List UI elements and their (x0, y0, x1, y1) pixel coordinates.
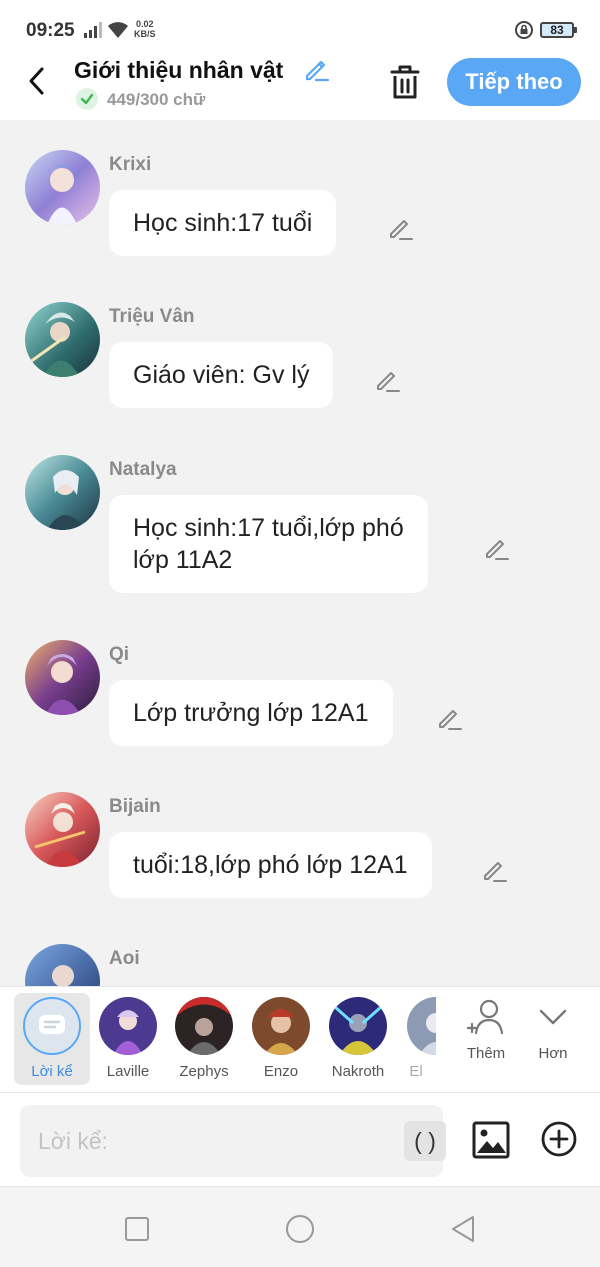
character-name: Triệu Vân (109, 306, 195, 327)
add-character-button[interactable]: Thêm (456, 997, 516, 1083)
character-enzo[interactable]: Enzo (243, 987, 319, 1087)
narration-input[interactable] (38, 1105, 378, 1177)
avatar (99, 997, 157, 1055)
parenthesis-button[interactable]: ( ) (404, 1121, 446, 1161)
character-label: Laville (106, 1063, 150, 1080)
character-name: Krixi (109, 154, 152, 175)
avatar (25, 455, 100, 530)
edit-icon[interactable] (387, 215, 413, 241)
dialogue-bubble[interactable]: tuổi:18,lớp phó lớp 12A1 (109, 832, 432, 898)
avatar (25, 792, 100, 867)
check-icon (76, 88, 98, 110)
edit-icon[interactable] (436, 705, 462, 731)
avatar (252, 997, 310, 1055)
dialogue-bubble[interactable]: Học sinh:17 tuổi (109, 190, 337, 256)
add-icon[interactable] (541, 1121, 577, 1157)
character-label: Nakroth (331, 1063, 385, 1080)
narrator-avatar (23, 997, 81, 1055)
character-zephys[interactable]: Zephys (166, 987, 242, 1087)
dialogue-bubble[interactable]: Học sinh:17 tuổi,lớp phó lớp 11A2 (109, 495, 428, 593)
edit-icon[interactable] (374, 367, 400, 393)
character-el[interactable]: El (396, 987, 436, 1087)
narrator-button[interactable]: Lời kể (14, 993, 90, 1085)
character-label: Enzo (263, 1063, 299, 1080)
avatar (329, 997, 387, 1055)
input-bar: ( ) (0, 1092, 600, 1186)
next-button[interactable]: Tiếp theo (447, 58, 581, 106)
edit-icon[interactable] (483, 535, 509, 561)
character-laville[interactable]: Laville (90, 987, 166, 1087)
character-label: Zephys (179, 1063, 229, 1080)
back-nav-icon[interactable] (447, 1213, 479, 1245)
character-bar: Lời kể Laville Zephys Enzo Nakroth El Th… (0, 986, 600, 1092)
character-name: Qi (109, 644, 130, 665)
narration-input-box: ( ) (20, 1105, 446, 1177)
character-label: El (409, 1063, 423, 1080)
more-label: Hơn (538, 1045, 568, 1062)
avatar (175, 997, 233, 1055)
page-title: Giới thiệu nhân vật (74, 57, 284, 83)
edit-title-icon[interactable] (302, 55, 330, 83)
avatar (25, 640, 100, 715)
avatar (25, 302, 100, 377)
dialogue-bubble[interactable]: Lớp trưởng lớp 12A1 (109, 680, 393, 746)
edit-icon[interactable] (481, 857, 507, 883)
image-icon[interactable] (472, 1121, 510, 1159)
trash-icon[interactable] (386, 62, 424, 102)
character-name: Natalya (109, 459, 177, 480)
add-label: Thêm (466, 1045, 506, 1062)
status-time: 09:25 (26, 20, 75, 41)
word-count: 449/300 chữ (107, 90, 206, 109)
character-name: Bijain (109, 796, 161, 817)
more-button[interactable]: Hơn (523, 997, 583, 1083)
character-nakroth[interactable]: Nakroth (320, 987, 396, 1087)
avatar (407, 997, 436, 1055)
network-speed: 0.02 KB/S (134, 19, 156, 39)
app-header: Giới thiệu nhân vật 449/300 chữ Tiếp the… (0, 56, 600, 120)
rotation-lock-icon (515, 21, 533, 39)
character-name: Aoi (109, 948, 140, 969)
chevron-down-icon (539, 1009, 567, 1025)
recent-apps-icon[interactable] (121, 1213, 153, 1245)
wifi-icon (108, 22, 128, 38)
bubble-line: Học sinh:17 tuổi,lớp phó (133, 514, 404, 542)
add-user-icon (466, 999, 504, 1035)
status-bar: 09:25 0.02 KB/S 83 (0, 0, 600, 56)
chat-bubble-icon (39, 1015, 65, 1034)
avatar (25, 150, 100, 225)
dialogue-bubble[interactable]: Giáo viên: Gv lý (109, 342, 334, 408)
chevron-left-icon (29, 67, 44, 95)
avatar (25, 944, 100, 986)
system-nav-bar (0, 1186, 600, 1267)
back-button[interactable] (22, 64, 52, 98)
bubble-line: lớp 11A2 (133, 546, 233, 574)
home-icon[interactable] (284, 1213, 316, 1245)
narrator-label: Lời kể (31, 1063, 73, 1080)
signal-icon (84, 22, 102, 38)
battery-indicator: 83 (540, 22, 577, 38)
dialogue-list: Krixi Học sinh:17 tuổi Triệu Vân Giáo vi… (0, 120, 600, 986)
